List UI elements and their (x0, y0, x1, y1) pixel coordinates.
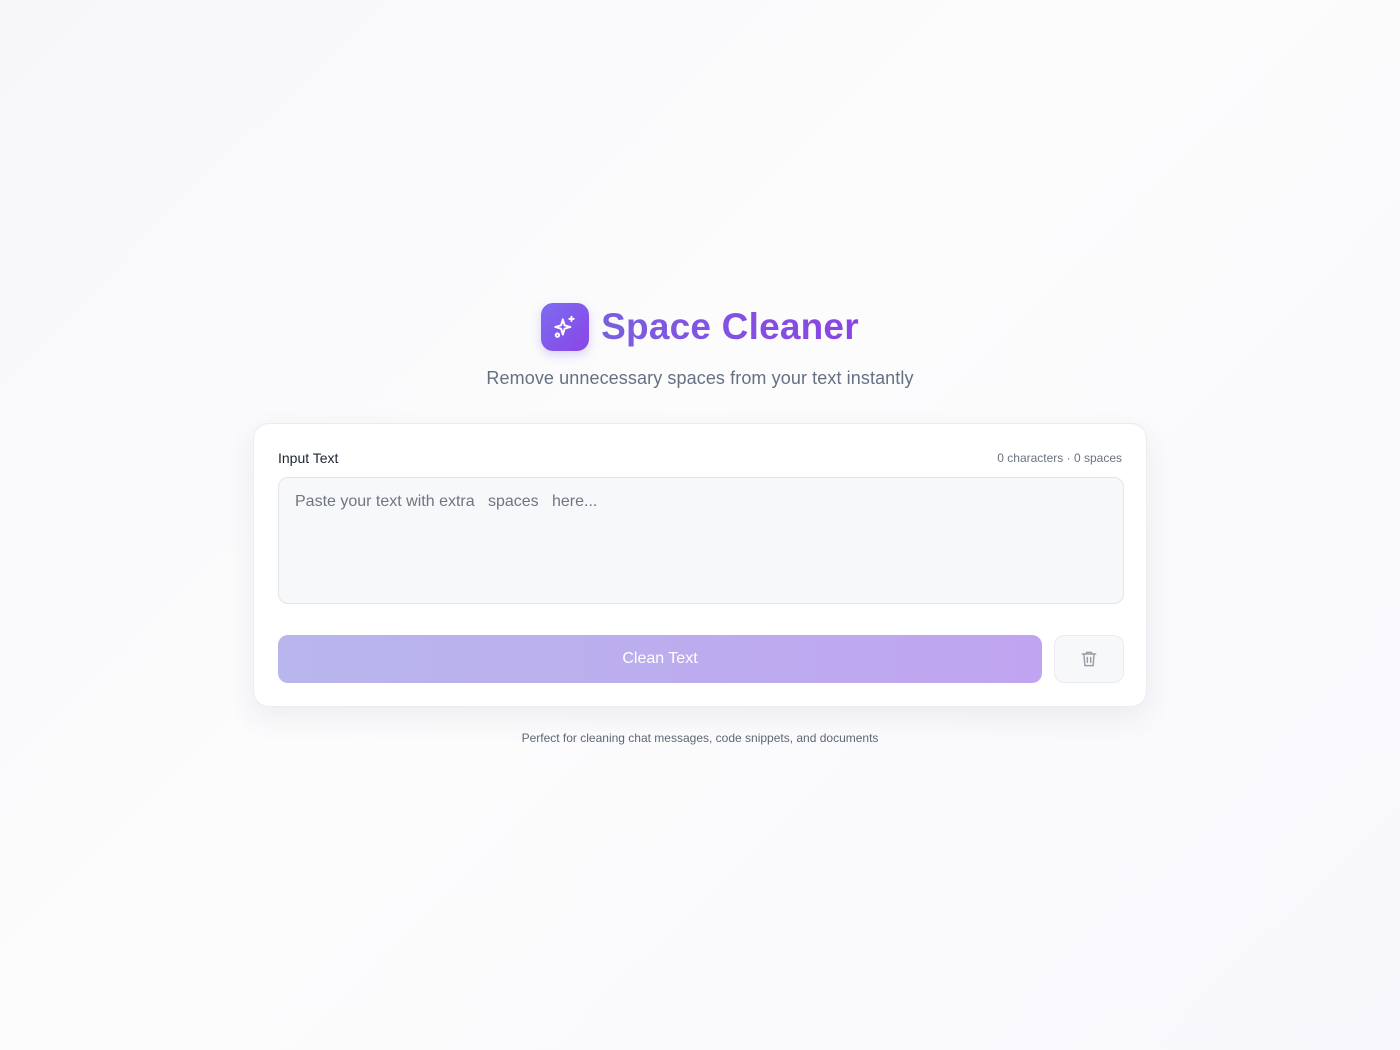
clean-text-button[interactable]: Clean Text (278, 635, 1042, 683)
clear-button[interactable] (1054, 635, 1124, 683)
page: Space Cleaner Remove unnecessary spaces … (0, 0, 1400, 1050)
app-title: Space Cleaner (601, 306, 859, 347)
input-textarea[interactable] (278, 477, 1124, 604)
input-stats: 0 characters · 0 spaces (997, 451, 1122, 465)
cleaner-card: Input Text 0 characters · 0 spaces Clean… (253, 423, 1147, 707)
footer-note: Perfect for cleaning chat messages, code… (521, 731, 879, 745)
trash-icon (1081, 651, 1097, 667)
title-row: Space Cleaner (541, 303, 859, 351)
sparkles-icon (541, 303, 590, 351)
input-header: Input Text 0 characters · 0 spaces (278, 450, 1122, 466)
input-label: Input Text (278, 450, 339, 466)
app-subtitle: Remove unnecessary spaces from your text… (486, 368, 914, 388)
app-header: Space Cleaner Remove unnecessary spaces … (0, 303, 1400, 389)
clean-text-button-label: Clean Text (622, 650, 698, 667)
